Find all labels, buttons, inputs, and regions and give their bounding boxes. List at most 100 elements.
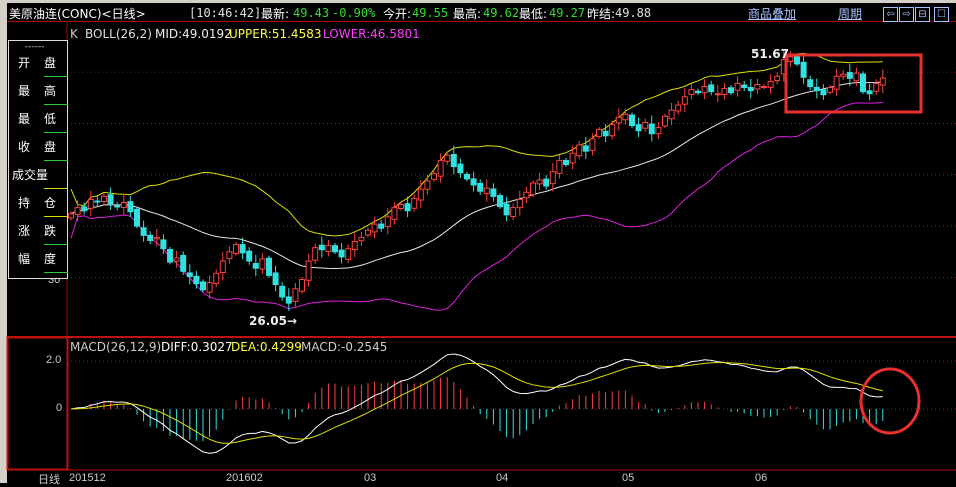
candle-down <box>497 195 503 208</box>
candle-up <box>312 247 319 261</box>
candle-up <box>754 83 761 90</box>
candle-up <box>173 257 180 262</box>
macd-diff: DIFF:0.3027 <box>161 340 233 354</box>
candle-down <box>107 194 114 205</box>
candle-up <box>622 113 629 121</box>
candle-down <box>140 227 147 236</box>
candle-up <box>213 272 220 284</box>
candle-up <box>87 198 94 209</box>
candle-down <box>813 86 820 92</box>
candle-up <box>714 93 721 96</box>
candle-down <box>563 159 569 166</box>
price-chart[interactable] <box>0 0 956 483</box>
candle-up <box>510 207 517 217</box>
macd-diff-line <box>70 353 883 454</box>
candle-up <box>417 188 424 201</box>
info-panel-value-line <box>44 216 68 217</box>
candle-down <box>338 249 345 258</box>
candle-up <box>609 123 616 137</box>
candle-up <box>873 82 880 92</box>
candle-up <box>827 87 833 93</box>
macd-name: MACD(26,12,9) <box>70 340 162 354</box>
candle-down <box>503 203 510 216</box>
candle-down <box>332 245 338 253</box>
candle-down <box>820 89 827 96</box>
macd-dea: DEA:0.4299 <box>231 340 302 354</box>
candle-down <box>695 90 701 94</box>
candle-up <box>701 86 708 94</box>
candle-down <box>266 257 272 276</box>
candle-up <box>299 279 305 292</box>
candle-down <box>167 249 173 263</box>
candle-down <box>186 272 193 277</box>
info-panel-label: 成交量 <box>12 168 49 182</box>
period-label: 日线 <box>38 474 60 486</box>
candle-up <box>431 173 437 180</box>
candle-up <box>576 144 583 157</box>
candle-up <box>74 207 81 216</box>
x-axis-label: 03 <box>364 472 377 484</box>
candle-up <box>688 89 695 95</box>
candle-up <box>437 159 444 177</box>
candle-up <box>219 260 226 274</box>
candle-up <box>761 86 767 89</box>
chart-type-label: K <box>70 27 78 41</box>
candle-down <box>543 178 550 187</box>
candle-up <box>444 154 451 162</box>
candle-up <box>233 244 239 254</box>
candle-up <box>292 288 299 302</box>
macd-axis-label-0: 0 <box>56 402 63 414</box>
info-panel-label: 收 <box>18 140 31 154</box>
info-panel-value-line <box>44 132 68 133</box>
candle-down <box>477 182 484 192</box>
candle-up <box>516 198 523 209</box>
candle-down <box>239 244 246 254</box>
candle-up <box>411 197 418 209</box>
info-panel-value-line <box>44 160 68 161</box>
candle-down <box>318 244 325 251</box>
candle-down <box>846 72 853 79</box>
candle-down <box>81 206 88 212</box>
x-axis-label: 201602 <box>226 472 263 484</box>
candle-up <box>371 223 378 233</box>
candle-down <box>741 84 748 89</box>
candle-down <box>860 73 866 93</box>
boll-lower-line <box>70 101 883 311</box>
candle-up <box>833 75 840 90</box>
candle-down <box>629 114 635 127</box>
candle-down <box>464 173 470 180</box>
candle-up <box>226 251 233 260</box>
candle-down <box>160 239 167 250</box>
boll-name: BOLL(26,2) <box>85 27 152 41</box>
candle-up <box>767 80 774 88</box>
candle-up <box>668 109 675 120</box>
candle-down <box>200 281 206 291</box>
candle-down <box>272 272 279 286</box>
candle-down <box>807 79 814 88</box>
candle-up <box>879 77 886 86</box>
info-panel-label: 持 <box>18 196 31 210</box>
candle-down <box>602 130 609 137</box>
candle-down <box>114 205 121 208</box>
candle-down <box>94 200 101 203</box>
candle-down <box>457 163 464 174</box>
candle-down <box>147 234 154 241</box>
candle-down <box>246 250 253 262</box>
info-panel-value-line <box>44 104 68 105</box>
candle-up <box>120 202 127 208</box>
candle-down <box>127 201 134 213</box>
candle-up <box>384 216 391 228</box>
info-panel-label: 开 <box>18 56 31 70</box>
candle-up <box>153 236 160 240</box>
candle-up <box>556 159 563 174</box>
low-price-annotation: 26.05→ <box>249 314 298 328</box>
candle-down <box>490 188 497 197</box>
macd-dea-line <box>70 362 883 444</box>
candle-down <box>635 124 642 132</box>
candle-down <box>728 87 734 94</box>
x-axis-label: 04 <box>496 472 509 484</box>
candle-up <box>662 115 668 127</box>
info-panel-label: 高 <box>44 84 57 98</box>
candle-up <box>68 213 74 219</box>
info-panel: ------ 开盘最高最低收盘成交量持仓涨跌幅度 <box>8 40 68 279</box>
